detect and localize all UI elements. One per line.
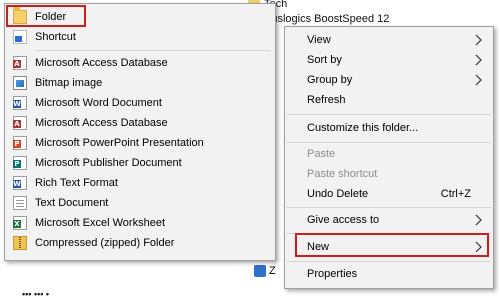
menu-item-label: Sort by (307, 54, 342, 66)
publisher-icon: P (13, 156, 27, 170)
new-bitmap-item[interactable]: Bitmap image (5, 73, 275, 93)
word-icon: W (13, 96, 27, 110)
new-highlight-box (295, 233, 489, 257)
powerpoint-icon: P (13, 136, 27, 150)
menu-item-label: Shortcut (35, 31, 76, 43)
menu-item-label: Group by (307, 74, 353, 86)
menu-item-sort-by[interactable]: Sort by (285, 50, 493, 70)
folder-highlight-box (6, 5, 86, 27)
menu-item-label: Give access to (307, 214, 380, 226)
menu-item-label: Undo Delete (307, 188, 369, 200)
menu-item-refresh[interactable]: Refresh (285, 90, 493, 110)
menu-item-label: Microsoft Excel Worksheet (35, 217, 166, 229)
new-text-document-item[interactable]: Text Document (5, 193, 275, 213)
word-icon: W (13, 176, 27, 190)
zip-folder-icon (13, 236, 27, 250)
menu-item-customize-folder[interactable]: Customize this folder... (285, 118, 493, 138)
menu-item-label: View (307, 34, 331, 46)
menu-item-label: Compressed (zipped) Folder (35, 237, 175, 249)
menu-item-label: Refresh (307, 94, 346, 106)
access-icon: A (13, 116, 27, 130)
app-icon (254, 265, 266, 277)
menu-separator (287, 261, 491, 262)
menu-item-label: Microsoft Access Database (35, 57, 168, 69)
new-submenu: Folder Shortcut A Microsoft Access Datab… (4, 3, 276, 261)
menu-separator (35, 50, 271, 51)
keyboard-shortcut: Ctrl+Z (440, 188, 471, 200)
chevron-right-icon (475, 54, 483, 66)
excel-icon: X (13, 216, 27, 230)
new-access-database-item[interactable]: A Microsoft Access Database (5, 53, 275, 73)
menu-item-label: Microsoft Publisher Document (35, 157, 182, 169)
menu-separator (287, 207, 491, 208)
chevron-right-icon (475, 34, 483, 46)
menu-item-undo-delete[interactable]: Undo Delete Ctrl+Z (285, 184, 493, 204)
menu-item-paste: Paste (285, 144, 493, 164)
bottom-left-text: ••• ••• • (22, 289, 50, 299)
menu-item-give-access[interactable]: Give access to (285, 210, 493, 230)
menu-item-view[interactable]: View (285, 30, 493, 50)
new-excel-worksheet-item[interactable]: X Microsoft Excel Worksheet (5, 213, 275, 233)
menu-item-group-by[interactable]: Group by (285, 70, 493, 90)
menu-separator (287, 142, 491, 143)
menu-item-label: Properties (307, 268, 358, 280)
new-access-database-item-2[interactable]: A Microsoft Access Database (5, 113, 275, 133)
menu-item-label: Microsoft PowerPoint Presentation (35, 137, 204, 149)
new-word-document-item[interactable]: W Microsoft Word Document (5, 93, 275, 113)
menu-item-label: Customize this folder... (307, 122, 419, 134)
menu-item-label: Rich Text Format (35, 177, 118, 189)
menu-item-label: Paste shortcut (307, 168, 378, 180)
menu-item-label: Microsoft Word Document (35, 97, 162, 109)
shortcut-icon (13, 30, 27, 44)
new-shortcut-item[interactable]: Shortcut (5, 27, 275, 47)
new-powerpoint-item[interactable]: P Microsoft PowerPoint Presentation (5, 133, 275, 153)
menu-item-paste-shortcut: Paste shortcut (285, 164, 493, 184)
text-document-icon (13, 196, 27, 210)
new-rich-text-item[interactable]: W Rich Text Format (5, 173, 275, 193)
file-item-label: Z (269, 265, 276, 277)
chevron-right-icon (475, 74, 483, 86)
new-publisher-item[interactable]: P Microsoft Publisher Document (5, 153, 275, 173)
chevron-right-icon (475, 214, 483, 226)
menu-item-label: Microsoft Access Database (35, 117, 168, 129)
new-zip-folder-item[interactable]: Compressed (zipped) Folder (5, 233, 275, 253)
menu-item-properties[interactable]: Properties (285, 264, 493, 284)
menu-separator (287, 114, 491, 115)
menu-item-label: Text Document (35, 197, 109, 209)
bitmap-icon (13, 76, 27, 90)
menu-item-label: Paste (307, 148, 336, 160)
file-item-label: Auslogics BoostSpeed 12 (264, 13, 390, 25)
file-item-z[interactable]: Z (254, 265, 276, 277)
menu-item-label: Bitmap image (35, 77, 103, 89)
access-icon: A (13, 56, 27, 70)
